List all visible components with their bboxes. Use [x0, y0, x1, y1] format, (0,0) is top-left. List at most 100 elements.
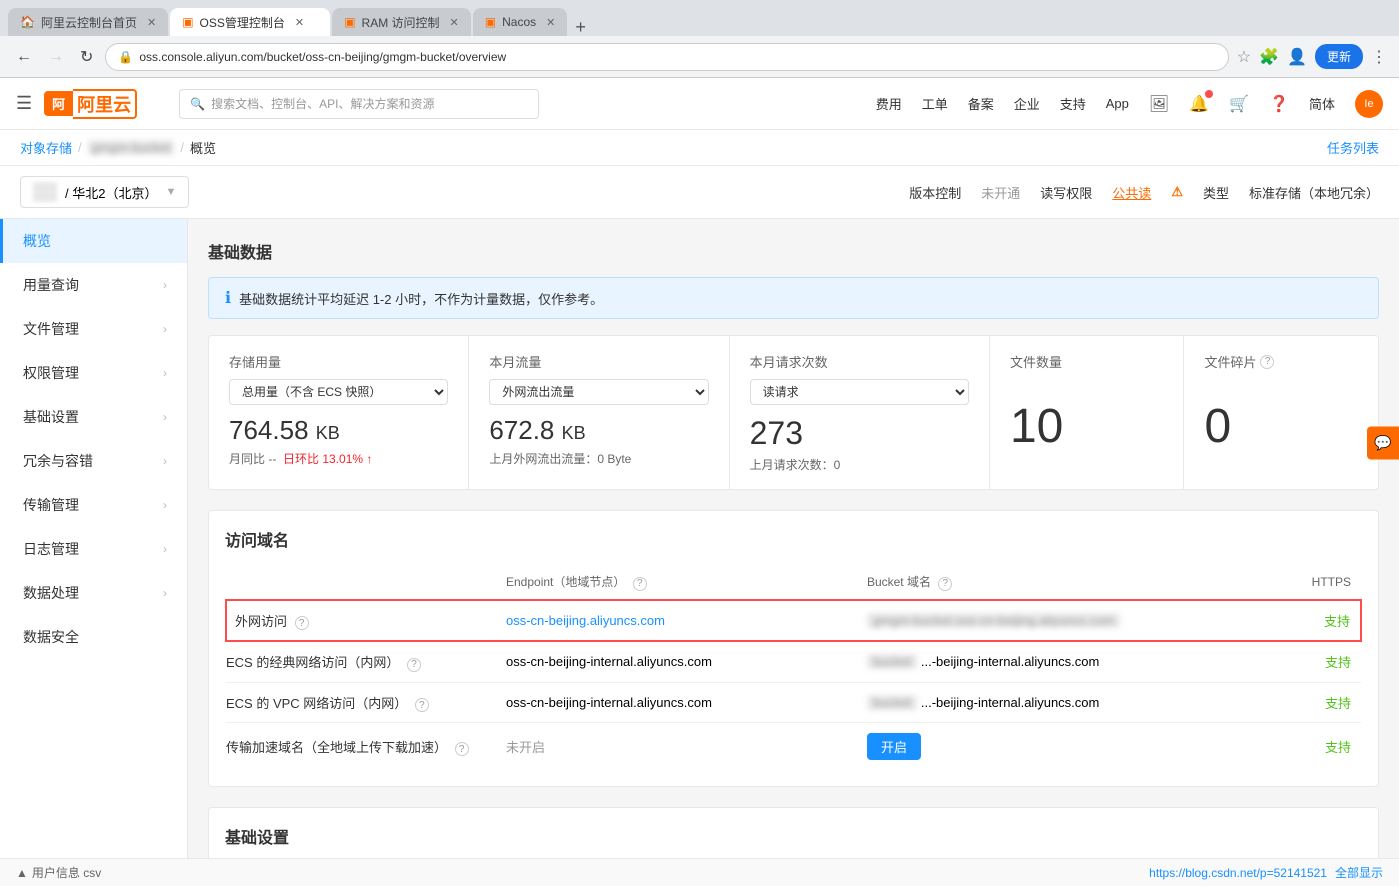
back-button[interactable]: ←: [12, 44, 36, 70]
breadcrumb-root[interactable]: 对象存储: [20, 138, 72, 157]
footer-right-url[interactable]: https://blog.csdn.net/p=52141521: [1149, 866, 1327, 880]
logo: 阿 阿里云: [44, 89, 137, 119]
sidebar-item-data-security[interactable]: 数据安全: [0, 615, 187, 659]
domain-type-ecs-vpc: ECS 的 VPC 网络访问（内网）: [226, 696, 407, 711]
basic-data-section: 基础数据 ℹ 基础数据统计平均延迟 1-2 小时，不作为计量数据，仅作参考。 存…: [208, 239, 1379, 490]
tab-oss[interactable]: ▣ OSS管理控制台 ✕: [170, 8, 330, 36]
notification-icon[interactable]: 🔔: [1189, 94, 1209, 114]
tab-favicon-home: 🏠: [20, 15, 35, 29]
extension-icon[interactable]: 🧩: [1259, 47, 1279, 67]
domain-row-ecs-vpc: ECS 的 VPC 网络访问（内网） ? oss-cn-beijing-inte…: [226, 682, 1361, 723]
access-type[interactable]: 公共读: [1112, 183, 1151, 202]
help-icon[interactable]: ❓: [1269, 94, 1289, 114]
reload-button[interactable]: ↻: [76, 43, 97, 71]
nav-item-record[interactable]: 备案: [968, 94, 994, 113]
stat-storage: 存储用量 总用量（不含 ECS 快照） 764.58 KB 月同比 -- 日环比…: [209, 336, 469, 489]
stat-files-label: 文件数量: [1010, 352, 1164, 371]
ecs-vpc-help-icon[interactable]: ?: [415, 698, 429, 712]
stat-storage-select[interactable]: 总用量（不含 ECS 快照）: [229, 379, 448, 405]
tab-ram[interactable]: ▣ RAM 访问控制 ✕: [332, 8, 471, 36]
language-icon[interactable]: 简体: [1309, 94, 1335, 113]
domain-col-bucket: Bucket 域名 ?: [827, 565, 1284, 600]
endpoint-help-icon[interactable]: ?: [633, 577, 647, 591]
external-help-icon[interactable]: ?: [295, 616, 309, 630]
ecs-classic-help-icon[interactable]: ?: [407, 658, 421, 672]
sidebar-chevron-data-processing: ›: [163, 586, 167, 600]
avatar[interactable]: Ie: [1355, 90, 1383, 118]
domain-type-transfer: 传输加速域名（全地域上传下载加速）: [226, 740, 447, 755]
stat-requests: 本月请求次数 读请求 273 上月请求次数：0: [730, 336, 990, 489]
region-selector[interactable]: / 华北2（北京） ▼: [20, 176, 189, 208]
open-transfer-button[interactable]: 开启: [867, 733, 921, 760]
fragments-help-icon[interactable]: ?: [1260, 355, 1274, 369]
domain-type-ecs-classic: ECS 的经典网络访问（内网）: [226, 655, 399, 670]
tab-favicon-oss: ▣: [182, 15, 193, 29]
sidebar: 概览 用量查询 › 文件管理 › 权限管理 › 基础设置 › 冗余与容错 › 传…: [0, 219, 188, 863]
tab-close-oss[interactable]: ✕: [295, 16, 304, 29]
stat-fragments-label: 文件碎片 ?: [1204, 352, 1358, 371]
url-text: oss.console.aliyun.com/bucket/oss-cn-bei…: [139, 50, 506, 64]
sidebar-item-data-processing[interactable]: 数据处理 ›: [0, 571, 187, 615]
domain-bucket-ecs-vpc: bucket: [867, 695, 917, 710]
address-bar[interactable]: 🔒 oss.console.aliyun.com/bucket/oss-cn-b…: [105, 43, 1228, 71]
stat-traffic: 本月流量 外网流出流量 672.8 KB 上月外网流出流量：0 Byte: [469, 336, 729, 489]
sidebar-label-data-security: 数据安全: [23, 627, 79, 647]
domain-https-ecs-vpc: 支持: [1325, 696, 1351, 711]
tab-favicon-nacos: ▣: [485, 15, 496, 29]
cart-icon[interactable]: 🛒: [1229, 94, 1249, 114]
bookmark-icon[interactable]: ☆: [1237, 47, 1251, 67]
stat-requests-select[interactable]: 读请求: [750, 379, 969, 405]
tab-close-home[interactable]: ✕: [147, 16, 156, 29]
sidebar-item-logs[interactable]: 日志管理 ›: [0, 527, 187, 571]
sidebar-item-overview[interactable]: 概览: [0, 219, 187, 263]
sidebar-item-redundancy[interactable]: 冗余与容错 ›: [0, 439, 187, 483]
stat-requests-sub: 上月请求次数：0: [750, 456, 969, 473]
access-warning-icon[interactable]: ⚠: [1171, 184, 1183, 200]
stat-traffic-select[interactable]: 外网流出流量: [489, 379, 708, 405]
profile-icon[interactable]: 👤: [1287, 47, 1307, 67]
read-write-label: 读写权限: [1040, 183, 1092, 202]
nav-item-app[interactable]: App: [1106, 96, 1129, 111]
sidebar-chevron-redundancy: ›: [163, 454, 167, 468]
transfer-help-icon[interactable]: ?: [455, 742, 469, 756]
browser-menu-icon[interactable]: ⋮: [1371, 47, 1387, 67]
domain-row-external: 外网访问 ? oss-cn-beijing.aliyuncs.com gmgm-…: [226, 600, 1361, 642]
message-icon[interactable]: 🖼: [1149, 94, 1169, 114]
new-tab-button[interactable]: +: [569, 18, 592, 36]
footer-expand[interactable]: 全部显示: [1335, 864, 1383, 881]
content-area: 基础数据 ℹ 基础数据统计平均延迟 1-2 小时，不作为计量数据，仅作参考。 存…: [188, 219, 1399, 863]
header-search[interactable]: 🔍 搜索文档、控制台、API、解决方案和资源: [179, 89, 539, 119]
tab-nacos[interactable]: ▣ Nacos ✕: [473, 8, 568, 36]
update-button[interactable]: 更新: [1315, 44, 1363, 69]
menu-hamburger-icon[interactable]: ☰: [16, 93, 32, 114]
sidebar-item-basic-settings[interactable]: 基础设置 ›: [0, 395, 187, 439]
sidebar-item-usage[interactable]: 用量查询 ›: [0, 263, 187, 307]
stat-traffic-sub: 上月外网流出流量：0 Byte: [489, 450, 708, 467]
nav-item-support[interactable]: 支持: [1060, 94, 1086, 113]
sidebar-label-overview: 概览: [23, 231, 51, 251]
tab-label-nacos: Nacos: [502, 15, 536, 29]
sidebar-label-data-processing: 数据处理: [23, 583, 79, 603]
tab-aliyun-home[interactable]: 🏠 阿里云控制台首页 ✕: [8, 8, 168, 36]
nav-item-ticket[interactable]: 工单: [922, 94, 948, 113]
bucket-help-icon[interactable]: ?: [938, 577, 952, 591]
domain-col-endpoint: Endpoint（地域节点） ?: [506, 565, 827, 600]
sidebar-item-permissions[interactable]: 权限管理 ›: [0, 351, 187, 395]
tab-close-nacos[interactable]: ✕: [546, 16, 555, 29]
sidebar-item-files[interactable]: 文件管理 ›: [0, 307, 187, 351]
domain-table: Endpoint（地域节点） ? Bucket 域名 ? HTTPS: [225, 565, 1362, 770]
sidebar-item-transfer[interactable]: 传输管理 ›: [0, 483, 187, 527]
nav-item-enterprise[interactable]: 企业: [1014, 94, 1040, 113]
info-circle-icon: ℹ: [225, 288, 231, 308]
stat-storage-sub: 月同比 -- 日环比 13.01% ↑: [229, 450, 448, 467]
sidebar-label-logs: 日志管理: [23, 539, 79, 559]
nav-item-fee[interactable]: 费用: [876, 94, 902, 113]
forward-button[interactable]: →: [44, 44, 68, 70]
tab-close-ram[interactable]: ✕: [450, 16, 459, 29]
domain-row-transfer-accel: 传输加速域名（全地域上传下载加速） ? 未开启 开启 支持: [226, 723, 1361, 771]
chat-bubble[interactable]: 💬: [1367, 427, 1399, 460]
basic-settings-title: 基础设置: [225, 824, 1362, 848]
task-list-button[interactable]: 任务列表: [1327, 138, 1379, 157]
stat-files: 文件数量 10: [990, 336, 1185, 489]
domain-endpoint-ecs-classic: oss-cn-beijing-internal.aliyuncs.com: [506, 654, 712, 669]
